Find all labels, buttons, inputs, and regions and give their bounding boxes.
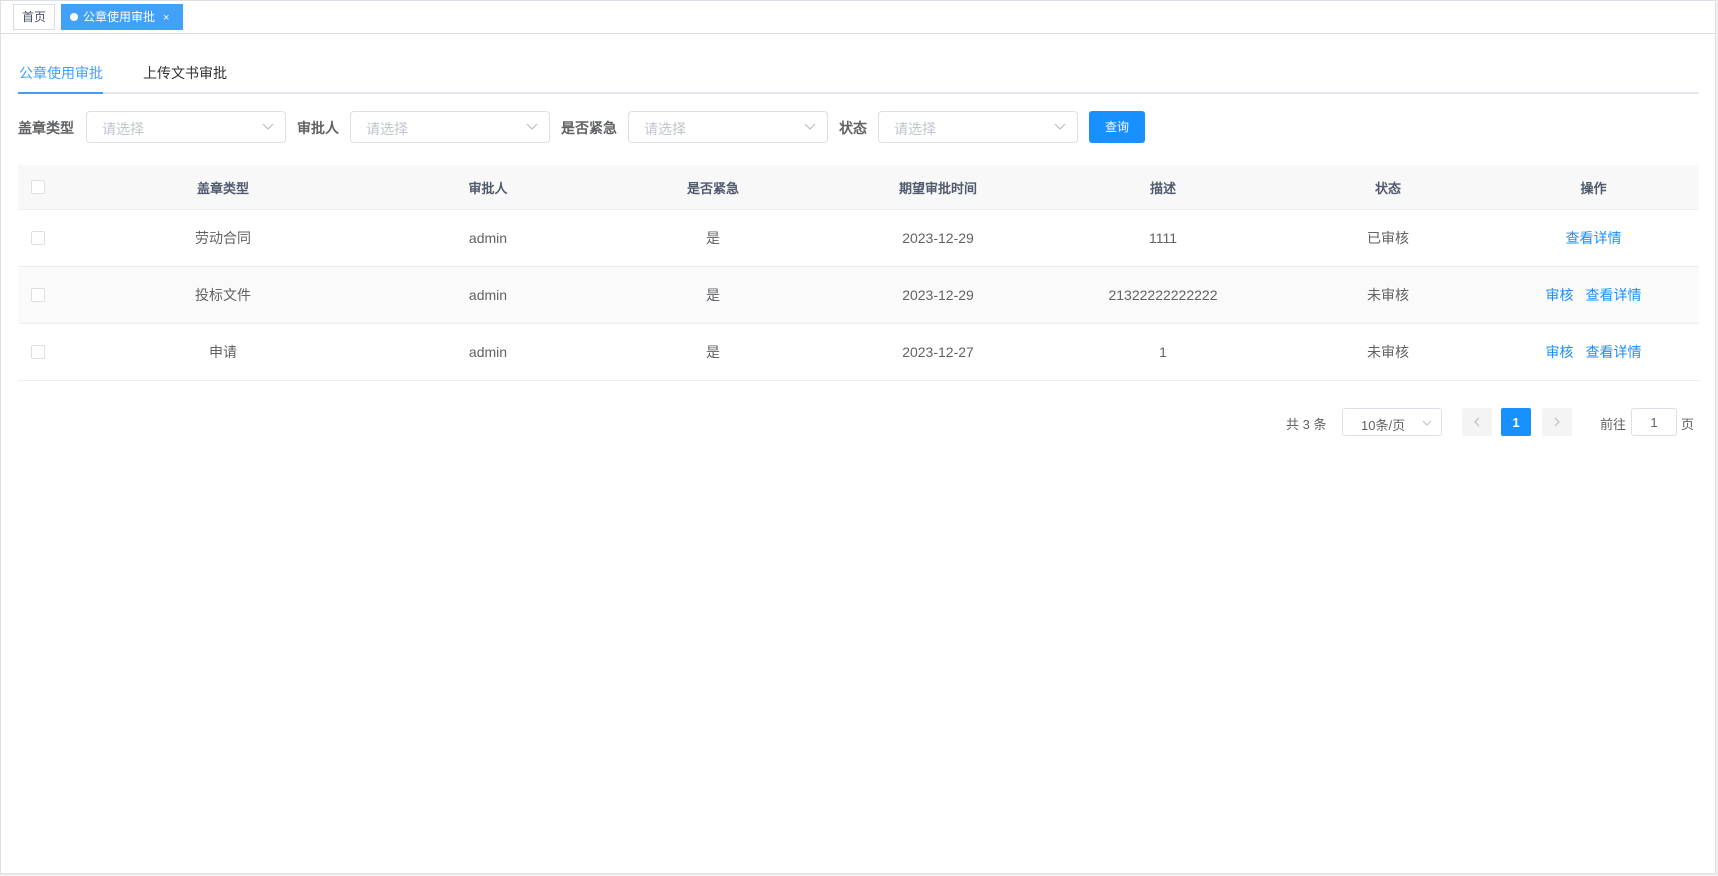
chevron-down-icon: [262, 123, 274, 130]
row-checkbox[interactable]: [31, 345, 45, 359]
filter-form: 盖章类型 请选择 审批人 请选择 是否紧急 请选择 状态 请选择 查询: [1, 111, 1715, 143]
approver-select[interactable]: 请选择: [350, 111, 550, 143]
seal-type-select[interactable]: 请选择: [86, 111, 286, 143]
tag-seal-approval[interactable]: 公章使用审批 ×: [61, 4, 183, 30]
tab-active-bar: [18, 92, 103, 94]
cell-approver: admin: [468, 344, 508, 360]
cell-expected-date: 2023-12-29: [902, 230, 974, 246]
prev-page-button[interactable]: [1462, 408, 1492, 436]
header-expected-date: 期望审批时间: [898, 180, 977, 196]
select-placeholder: 请选择: [894, 121, 936, 137]
table-row: 投标文件 admin 是 2023-12-29 21322222222222 未…: [18, 267, 1699, 324]
urgent-select[interactable]: 请选择: [628, 111, 828, 143]
cell-seal-type: 投标文件: [195, 287, 251, 303]
next-page-button[interactable]: [1542, 408, 1572, 436]
active-dot-icon: [70, 12, 78, 21]
cell-description: 21322222222222: [1108, 287, 1218, 303]
cell-approver: admin: [468, 287, 508, 303]
tags-view-bar: 首页 公章使用审批 ×: [1, 1, 1715, 34]
view-details-link[interactable]: 查看详情: [1586, 342, 1642, 362]
view-details-link[interactable]: 查看详情: [1586, 285, 1642, 305]
cell-urgent: 是: [706, 287, 720, 303]
table-row: 申请 admin 是 2023-12-27 1 未审核 审核 查看详情: [18, 324, 1699, 381]
query-button[interactable]: 查询: [1089, 111, 1145, 143]
row-checkbox-cell: [18, 267, 58, 323]
approval-table: 盖章类型 审批人 是否紧急 期望审批时间 描述 状态 操作 劳动合同 admin…: [18, 165, 1699, 381]
pagination: 共 3 条 10条/页 1 前往 页: [1, 408, 1715, 436]
cell-urgent: 是: [706, 344, 720, 360]
header-description: 描述: [1149, 180, 1176, 196]
chevron-down-icon: [1422, 420, 1432, 426]
cell-actions: 审核 查看详情: [1488, 324, 1699, 380]
chevron-down-icon: [1054, 123, 1066, 130]
chevron-down-icon: [526, 123, 538, 130]
cell-approver: admin: [468, 230, 508, 246]
filter-label-urgent: 是否紧急: [561, 120, 617, 136]
row-checkbox[interactable]: [31, 231, 45, 245]
cell-status: 已审核: [1367, 230, 1409, 246]
page-unit-label: 页: [1681, 417, 1695, 432]
chevron-right-icon: [1554, 417, 1560, 427]
cell-description: 1111: [1148, 230, 1178, 246]
cell-actions: 查看详情: [1488, 210, 1699, 266]
table-header: 盖章类型 审批人 是否紧急 期望审批时间 描述 状态 操作: [18, 165, 1699, 210]
cell-description: 1: [1159, 344, 1167, 360]
filter-label-approver: 审批人: [297, 120, 339, 136]
header-checkbox-cell: [18, 165, 58, 209]
review-link[interactable]: 审核: [1546, 285, 1574, 305]
goto-label: 前往: [1600, 417, 1627, 432]
cell-seal-type: 申请: [209, 344, 237, 360]
page-size-value: 10条/页: [1361, 418, 1406, 433]
header-approver: 审批人: [468, 180, 508, 196]
cell-actions: 审核 查看详情: [1488, 267, 1699, 323]
app-frame: 首页 公章使用审批 × 公章使用审批 上传文书审批 盖章类型 请选择 审批人 请选…: [0, 0, 1716, 874]
filter-label-status: 状态: [839, 120, 867, 136]
header-urgent: 是否紧急: [686, 180, 739, 196]
filter-label-seal-type: 盖章类型: [18, 120, 74, 136]
chevron-left-icon: [1474, 417, 1480, 427]
status-select[interactable]: 请选择: [878, 111, 1078, 143]
table-row: 劳动合同 admin 是 2023-12-29 1111 已审核 查看详情: [18, 210, 1699, 267]
chevron-down-icon: [804, 123, 816, 130]
select-all-checkbox[interactable]: [31, 180, 45, 194]
cell-status: 未审核: [1367, 287, 1409, 303]
cell-status: 未审核: [1367, 344, 1409, 360]
row-checkbox-cell: [18, 324, 58, 380]
select-placeholder: 请选择: [644, 121, 686, 137]
cell-expected-date: 2023-12-29: [902, 287, 974, 303]
goto-page-input[interactable]: [1631, 408, 1677, 436]
tabs-header: 公章使用审批 上传文书审批: [18, 59, 1699, 94]
tab-document-approval[interactable]: 上传文书审批: [143, 63, 227, 83]
page-size-select[interactable]: 10条/页: [1342, 408, 1442, 436]
cell-expected-date: 2023-12-27: [902, 344, 974, 360]
cell-urgent: 是: [706, 230, 720, 246]
header-seal-type: 盖章类型: [196, 180, 249, 196]
select-placeholder: 请选择: [102, 121, 144, 137]
page-number-1[interactable]: 1: [1501, 408, 1531, 436]
row-checkbox-cell: [18, 210, 58, 266]
header-actions: 操作: [1580, 180, 1607, 196]
tag-home[interactable]: 首页: [13, 4, 55, 30]
tag-label: 公章使用审批: [83, 10, 156, 24]
review-link[interactable]: 审核: [1546, 342, 1574, 362]
close-icon[interactable]: ×: [163, 6, 169, 30]
header-status: 状态: [1374, 180, 1401, 196]
cell-seal-type: 劳动合同: [195, 230, 251, 246]
pagination-total: 共 3 条: [1286, 417, 1327, 432]
select-placeholder: 请选择: [366, 121, 408, 137]
tab-seal-approval[interactable]: 公章使用审批: [19, 63, 103, 83]
row-checkbox[interactable]: [31, 288, 45, 302]
view-details-link[interactable]: 查看详情: [1566, 228, 1622, 248]
